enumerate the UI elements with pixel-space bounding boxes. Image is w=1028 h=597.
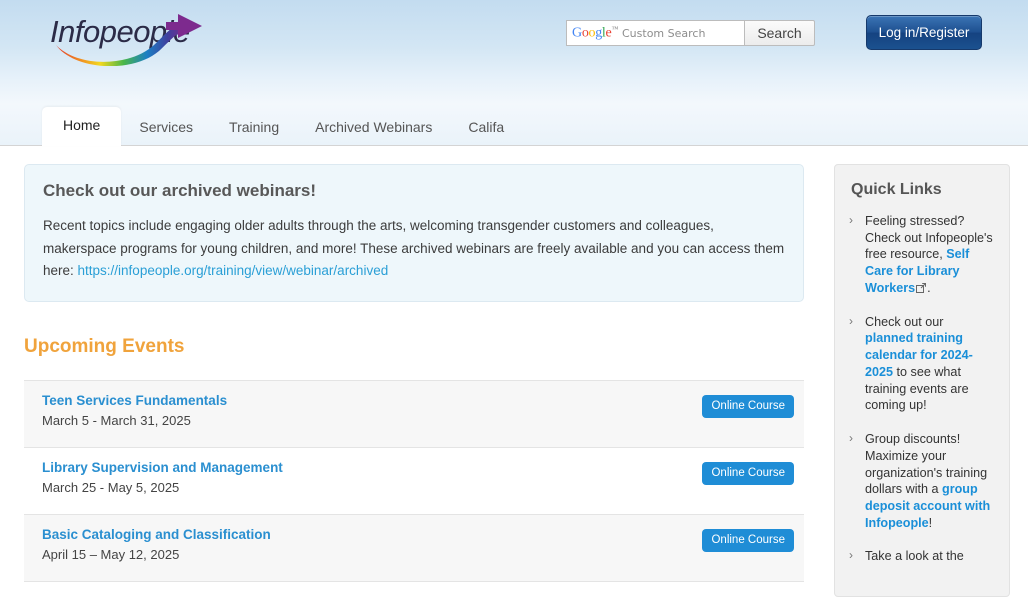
- event-row: Teen Services Fundamentals March 5 - Mar…: [24, 380, 804, 448]
- tab-training[interactable]: Training: [211, 111, 297, 146]
- main-navigation: Home Services Training Archived Webinars…: [0, 104, 1028, 146]
- quick-link-text: Feeling stressed? Check out Infopeople's…: [865, 214, 993, 262]
- quick-link-item: › Take a look at the: [847, 548, 995, 582]
- tab-archived-webinars[interactable]: Archived Webinars: [297, 111, 450, 146]
- search-button[interactable]: Search: [744, 20, 815, 46]
- event-format-badge[interactable]: Online Course: [702, 528, 794, 552]
- event-format-badge[interactable]: Online Course: [702, 461, 794, 485]
- sidebar: Quick Links › Feeling stressed? Check out…: [834, 164, 1010, 597]
- event-format-badge[interactable]: Online Course: [702, 394, 794, 418]
- event-dates: March 25 - May 5, 2025: [42, 479, 180, 495]
- external-link-icon: [916, 282, 927, 293]
- quick-links-list: › Feeling stressed? Check out Infopeople'…: [847, 213, 995, 582]
- tab-califa[interactable]: Califa: [450, 111, 522, 146]
- event-dates: April 15 – May 12, 2025: [42, 546, 180, 562]
- archived-webinars-link[interactable]: https://infopeople.org/training/view/web…: [78, 263, 389, 278]
- search-placeholder: Custom Search: [622, 26, 706, 40]
- chevron-right-icon: ›: [849, 313, 853, 328]
- search-input[interactable]: Google™ Custom Search: [566, 20, 744, 46]
- site-header: Infopeople Google™ Custom Search Search …: [0, 0, 1028, 104]
- quick-links-title: Quick Links: [851, 181, 942, 198]
- google-wordmark: Google™: [572, 24, 618, 41]
- main-content: Check out our archived webinars! Recent …: [24, 164, 804, 597]
- notice-body: Recent topics include engaging older adu…: [43, 215, 785, 283]
- notice-heading: Check out our archived webinars!: [43, 181, 317, 200]
- event-row: Library Supervision and Management March…: [24, 448, 804, 515]
- archived-webinars-notice: Check out our archived webinars! Recent …: [24, 164, 804, 302]
- quick-link-text: Check out our: [865, 314, 944, 329]
- trademark-symbol: ™: [611, 24, 618, 33]
- quick-link-suffix: !: [928, 515, 933, 530]
- upcoming-events-title: Upcoming Events: [24, 335, 185, 357]
- event-row: Basic Cataloging and Classification Apri…: [24, 514, 804, 582]
- logo-graphic: Infopeople: [50, 14, 202, 66]
- quick-link-item: › Group discounts! Maximize your organiza…: [847, 431, 995, 548]
- infopeople-logo[interactable]: Infopeople: [26, 4, 216, 66]
- event-dates: March 5 - March 31, 2025: [42, 412, 191, 428]
- chevron-right-icon: ›: [849, 548, 853, 563]
- tab-services[interactable]: Services: [121, 111, 211, 146]
- quick-links-panel: Quick Links › Feeling stressed? Check out…: [834, 164, 1010, 597]
- event-title-link[interactable]: Basic Cataloging and Classification: [42, 527, 664, 542]
- quick-link-text: Take a look at the: [865, 549, 964, 564]
- quick-link-item: › Feeling stressed? Check out Infopeople'…: [847, 213, 995, 314]
- login-register-button[interactable]: Log in/Register: [866, 15, 982, 50]
- event-title-link[interactable]: Library Supervision and Management: [42, 460, 664, 475]
- chevron-right-icon: ›: [849, 431, 853, 446]
- quick-link-suffix: .: [927, 280, 931, 295]
- event-title-link[interactable]: Teen Services Fundamentals: [42, 393, 664, 408]
- events-list: Teen Services Fundamentals March 5 - Mar…: [24, 379, 804, 582]
- quick-link-item: › Check out our planned training calendar…: [847, 314, 995, 431]
- google-custom-search: Google™ Custom Search Search: [566, 20, 815, 46]
- tab-home[interactable]: Home: [42, 107, 122, 146]
- page-body: Check out our archived webinars! Recent …: [0, 146, 1028, 597]
- chevron-right-icon: ›: [849, 213, 853, 227]
